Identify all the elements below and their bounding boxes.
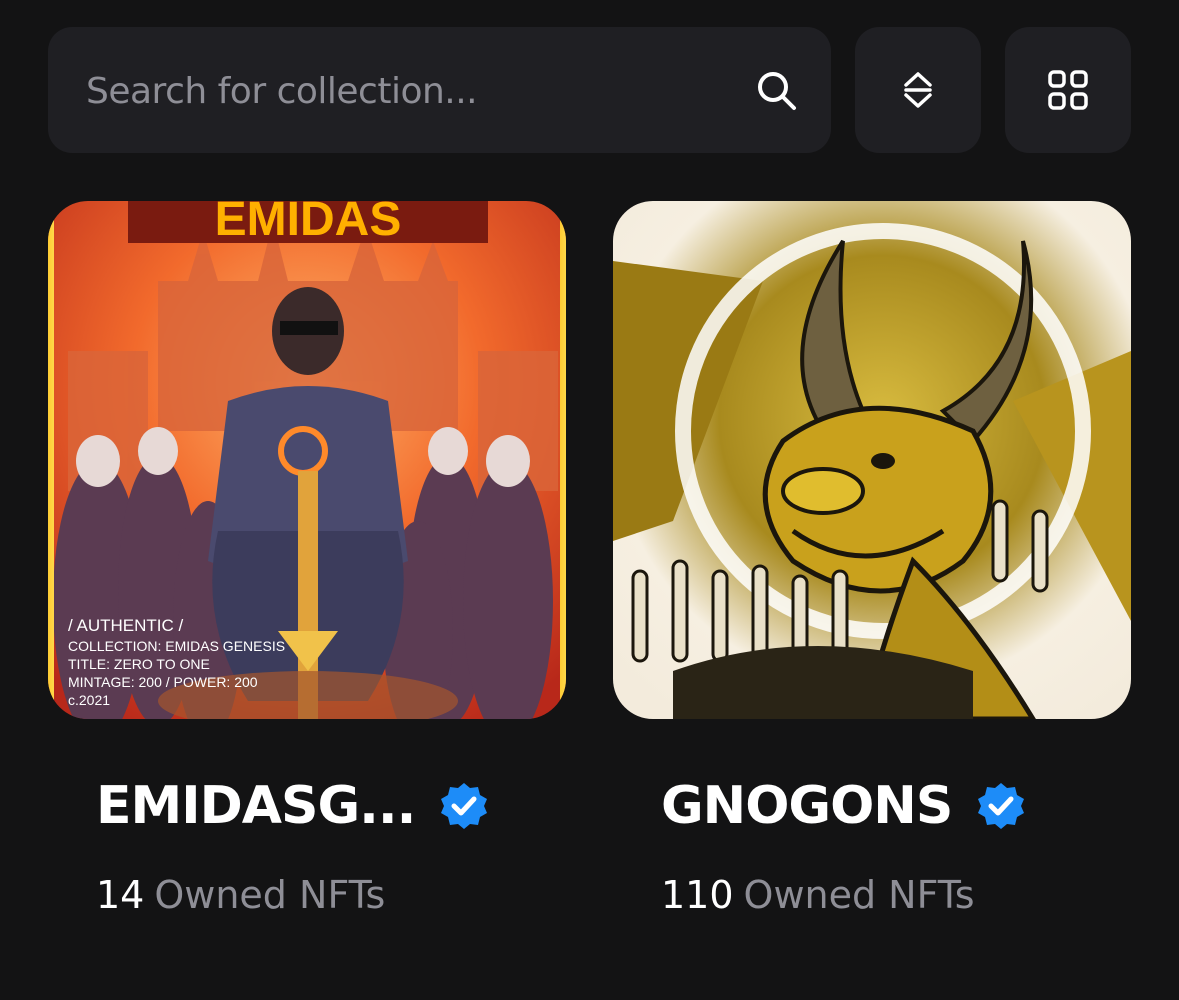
collection-card[interactable]: GNOGONS 110 Owned NFTs (613, 201, 1131, 961)
collection-title-row: GNOGONS (661, 771, 1026, 841)
collection-title-row: EMIDASG... (96, 771, 489, 841)
sort-button[interactable] (855, 27, 981, 153)
owned-label: Owned NFTs (154, 873, 386, 917)
collections-page: EMIDAS (0, 0, 1179, 1000)
owned-nfts: 110 Owned NFTs (661, 873, 975, 917)
collection-card[interactable]: EMIDAS / AUTHENTIC / COLLECTION: EMIDAS … (48, 201, 566, 961)
owned-label: Owned NFTs (743, 873, 975, 917)
artwork-banner-text: EMIDAS (215, 201, 402, 246)
sort-updown-icon (904, 72, 932, 108)
emidas-artwork: EMIDAS / AUTHENTIC / COLLECTION: EMIDAS … (48, 201, 566, 719)
artwork-text-line: c.2021 (68, 692, 110, 708)
grid-view-icon (1048, 70, 1088, 110)
owned-nfts: 14 Owned NFTs (96, 873, 385, 917)
search-icon[interactable] (754, 68, 798, 112)
grid-view-button[interactable] (1005, 27, 1131, 153)
verified-badge-icon (441, 783, 488, 829)
collection-image[interactable]: EMIDAS / AUTHENTIC / COLLECTION: EMIDAS … (48, 201, 566, 719)
collection-name[interactable]: GNOGONS (661, 776, 953, 836)
owned-count: 14 (96, 873, 145, 917)
search-bar[interactable] (48, 27, 831, 155)
collection-name[interactable]: EMIDASG... (96, 776, 416, 836)
artwork-text-line: MINTAGE: 200 / POWER: 200 (68, 674, 258, 690)
gnogons-artwork (613, 201, 1131, 719)
search-input[interactable] (84, 27, 728, 155)
artwork-text-line: / AUTHENTIC / (68, 616, 184, 635)
collection-image[interactable] (613, 201, 1131, 719)
owned-count: 110 (661, 873, 734, 917)
verified-badge-icon (978, 783, 1025, 829)
artwork-text-line: TITLE: ZERO TO ONE (68, 656, 210, 672)
artwork-text-line: COLLECTION: EMIDAS GENESIS (68, 638, 285, 654)
